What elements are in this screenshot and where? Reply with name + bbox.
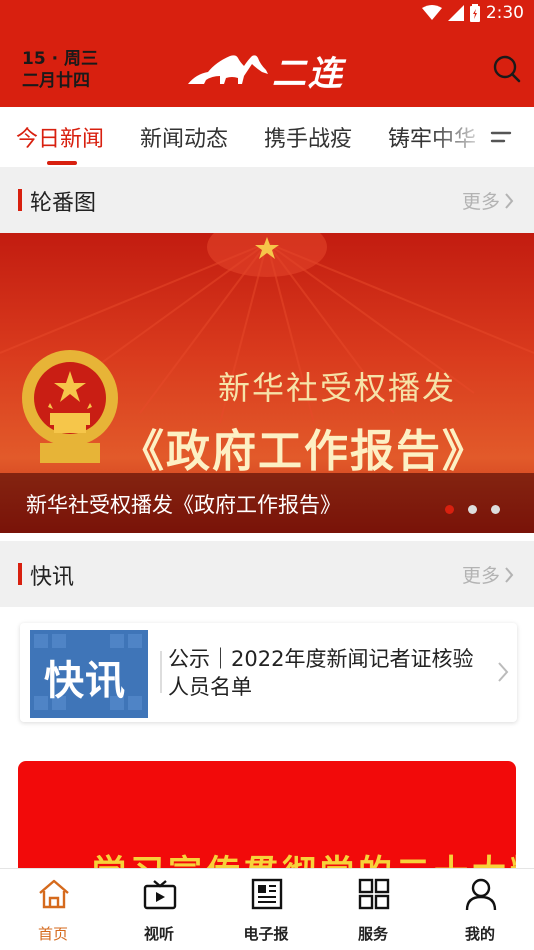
tab-fight-epidemic[interactable]: 携手战疫	[264, 121, 352, 153]
banner-caption: 新华社受权播发《政府工作报告》	[26, 493, 341, 517]
chevron-right-icon	[498, 662, 509, 682]
tab-today-news[interactable]: 今日新闻	[16, 121, 104, 153]
flash-more-link[interactable]: 更多	[462, 561, 514, 588]
carousel-dot[interactable]	[491, 505, 500, 514]
section-marker	[18, 189, 22, 211]
carousel-dots	[445, 505, 500, 514]
news-divider	[160, 651, 162, 693]
thumbnail-label: 快讯	[44, 657, 126, 704]
national-emblem-icon	[22, 350, 118, 463]
nav-services[interactable]: 服务	[333, 869, 413, 950]
active-tab-indicator	[47, 161, 77, 165]
search-button[interactable]	[492, 54, 522, 84]
news-list-item[interactable]: 快讯 公示｜2022年度新闻记者证核验人员名单	[20, 623, 517, 722]
nav-label: 首页	[37, 925, 68, 943]
flash-section-header: 快讯 更多	[0, 541, 534, 607]
app-header: 15 · 周三 二月廿四 二连	[0, 30, 534, 107]
banner-headline-line2: 《政府工作报告》	[120, 426, 488, 477]
carousel-banner[interactable]: 新华社受权播发 《政府工作报告》 新华社受权播发《政府工作报告》	[0, 233, 534, 533]
newspaper-icon	[251, 878, 283, 910]
news-title: 公示｜2022年度新闻记者证核验人员名单	[168, 647, 474, 699]
carousel-more-link[interactable]: 更多	[462, 187, 514, 214]
nav-label: 我的	[464, 925, 495, 943]
chevron-right-icon	[505, 192, 514, 209]
nav-video[interactable]: 视听	[119, 869, 199, 950]
banner-headline-line1: 新华社受权播发	[218, 369, 457, 407]
nav-label: 服务	[357, 925, 388, 943]
search-icon	[493, 55, 521, 83]
grid-icon	[358, 878, 390, 910]
nav-profile[interactable]: 我的	[440, 869, 520, 950]
section-marker	[18, 563, 22, 585]
tabs-fade	[430, 107, 490, 167]
nav-home[interactable]: 首页	[13, 869, 93, 950]
news-thumbnail: 快讯	[30, 630, 148, 718]
dinosaur-logo-icon	[188, 55, 268, 84]
date-line-solar: 15 · 周三	[22, 49, 98, 69]
section-title: 快讯	[30, 565, 75, 590]
carousel-section-header: 轮番图 更多	[0, 167, 534, 233]
channel-tabs: 今日新闻 新闻动态 携手战疫 铸牢中华	[0, 107, 534, 167]
user-icon	[465, 878, 497, 911]
tv-icon	[143, 880, 177, 910]
bottom-navigation: 首页 视听 电子报 服务 我的	[0, 868, 534, 950]
carousel-dot[interactable]	[468, 505, 477, 514]
battery-icon	[469, 4, 480, 22]
status-bar: 2:30	[0, 0, 534, 30]
section-title: 轮番图	[30, 191, 97, 216]
clock-time: 2:30	[485, 3, 524, 23]
wifi-icon	[421, 5, 442, 21]
more-label: 更多	[461, 191, 500, 213]
date-block: 15 · 周三 二月廿四	[22, 48, 98, 92]
channel-menu-button[interactable]	[488, 107, 534, 167]
promo-banner[interactable]: 学习宣传贯彻党的二十大精神	[18, 761, 516, 881]
more-label: 更多	[461, 565, 500, 587]
nav-label: 电子报	[243, 925, 289, 943]
logo-text: 二连	[272, 54, 344, 94]
home-icon	[39, 879, 69, 909]
nav-epaper[interactable]: 电子报	[226, 869, 306, 950]
menu-icon	[490, 131, 512, 143]
date-line-lunar: 二月廿四	[22, 71, 90, 91]
tab-news-updates[interactable]: 新闻动态	[140, 121, 228, 153]
chevron-right-icon	[505, 566, 514, 583]
nav-label: 视听	[143, 925, 174, 943]
app-logo: 二连	[186, 46, 346, 94]
carousel-dot[interactable]	[445, 505, 454, 514]
signal-icon	[447, 5, 464, 21]
